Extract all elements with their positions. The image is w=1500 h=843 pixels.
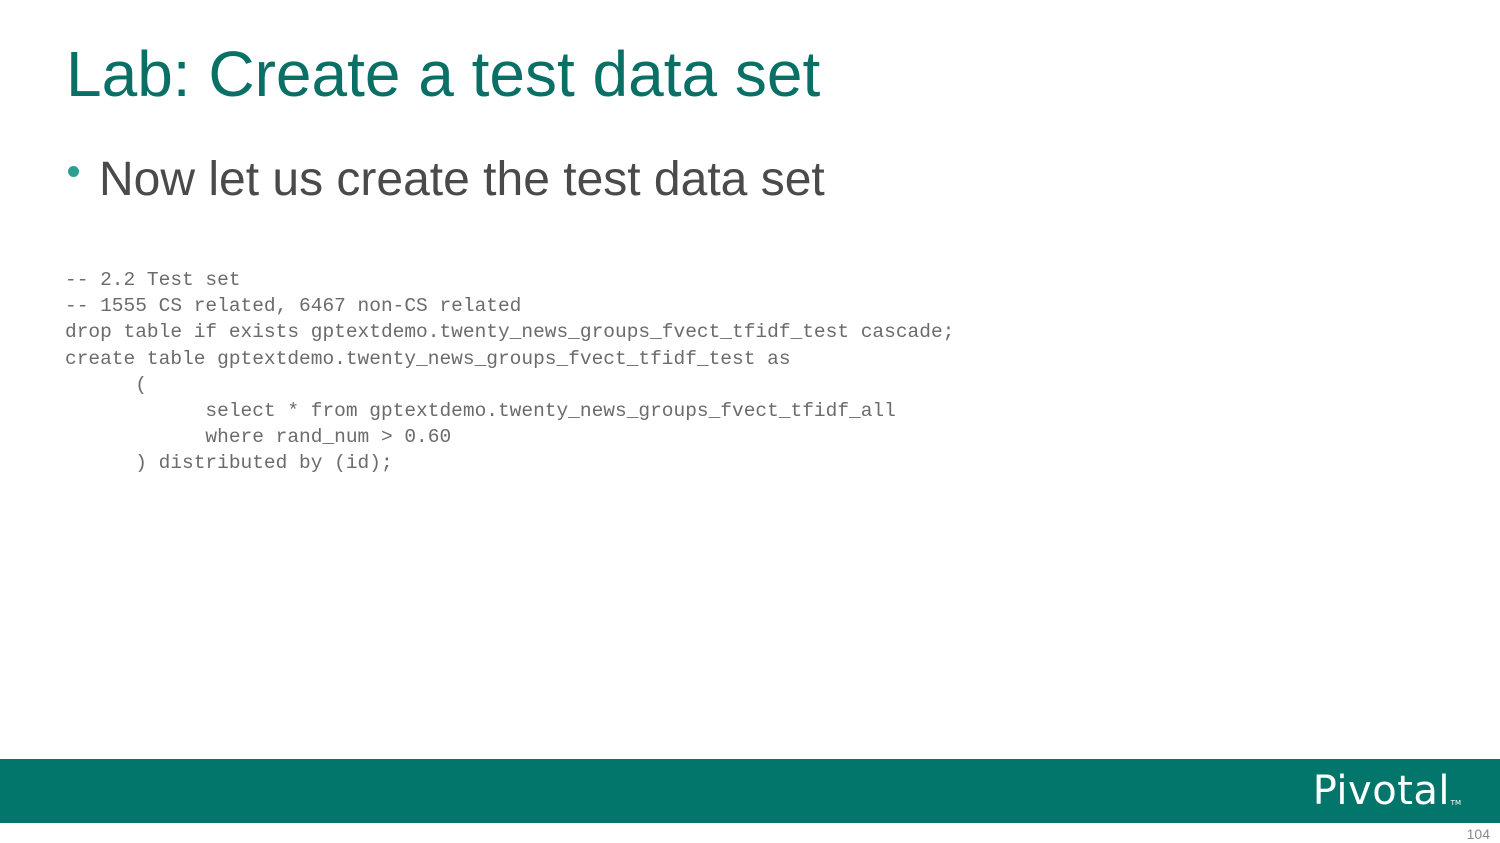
footer-bar: Pivotal TM xyxy=(0,759,1500,823)
slide-title: Lab: Create a test data set xyxy=(66,38,821,110)
bullet-text: Now let us create the test data set xyxy=(99,153,825,206)
bullet-dot-icon xyxy=(68,165,79,177)
bullet-item: Now let us create the test data set xyxy=(68,150,825,210)
code-line: drop table if exists gptextdemo.twenty_n… xyxy=(65,321,955,344)
sql-code-block: -- 2.2 Test set -- 1555 CS related, 6467 … xyxy=(65,267,954,477)
code-line: create table gptextdemo.twenty_news_grou… xyxy=(65,347,791,370)
code-line: ( xyxy=(65,373,147,396)
code-line: where rand_num > 0.60 xyxy=(65,426,452,449)
pivotal-logo: Pivotal TM xyxy=(1312,768,1461,814)
code-line: ) distributed by (id); xyxy=(65,452,393,475)
code-line: -- 1555 CS related, 6467 non-CS related xyxy=(65,295,522,318)
code-line: select * from gptextdemo.twenty_news_gro… xyxy=(65,399,896,422)
logo-text: Pivotal xyxy=(1312,768,1450,814)
code-line: -- 2.2 Test set xyxy=(65,269,241,291)
logo-trademark: TM xyxy=(1450,799,1461,807)
page-number: 104 xyxy=(1466,826,1490,842)
